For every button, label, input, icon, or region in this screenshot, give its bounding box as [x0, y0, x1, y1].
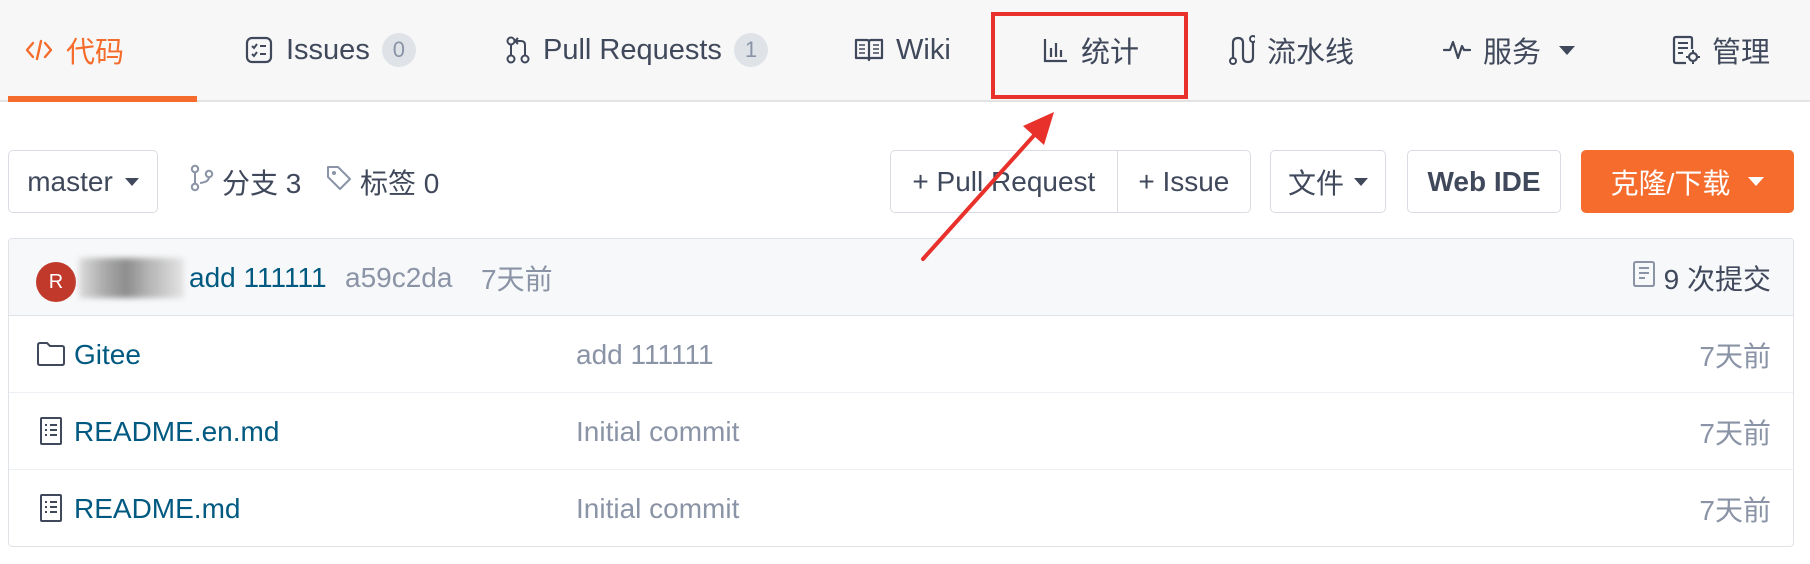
file-commit-message[interactable]: Initial commit — [576, 393, 739, 470]
tab-wiki[interactable]: Wiki — [854, 0, 951, 100]
issues-count-badge: 0 — [381, 33, 416, 67]
file-commit-message[interactable]: Initial commit — [576, 470, 739, 546]
pull-request-icon — [505, 35, 531, 65]
file-text-icon — [35, 491, 67, 525]
clone-download-button[interactable]: 克隆/下载 — [1581, 150, 1794, 213]
tab-label: 流水线 — [1267, 37, 1355, 69]
file-list-table: R add 111111 a59c2da 7天前 9 次提交 Gitee add… — [8, 238, 1794, 547]
file-commit-time: 7天前 — [1699, 494, 1771, 526]
chevron-down-icon — [124, 177, 139, 186]
branches-link[interactable]: 分支 3 — [190, 150, 301, 213]
tab-label: Issues — [286, 33, 370, 66]
tab-pull-requests[interactable]: Pull Requests 1 — [505, 0, 768, 100]
chevron-down-icon — [1559, 45, 1576, 55]
tab-label: Wiki — [896, 33, 951, 66]
tab-label: 服务 — [1483, 37, 1542, 69]
tab-label: 管理 — [1712, 37, 1771, 69]
folder-icon — [35, 337, 67, 371]
blurred-author-name — [79, 258, 184, 298]
branch-icon — [190, 164, 214, 199]
web-ide-button[interactable]: Web IDE — [1407, 150, 1561, 213]
chevron-down-icon — [1748, 177, 1765, 186]
commits-icon — [1632, 260, 1656, 295]
clone-button-label: 克隆/下载 — [1610, 167, 1731, 199]
file-name-link[interactable]: README.md — [74, 470, 240, 546]
table-row[interactable]: README.en.md Initial commit 7天前 — [9, 393, 1793, 470]
tags-link[interactable]: 标签 0 — [326, 150, 439, 213]
file-text-icon — [35, 414, 67, 448]
branch-selector[interactable]: master — [8, 150, 158, 213]
file-commit-message[interactable]: add 111111 — [576, 316, 714, 393]
wiki-book-icon — [854, 37, 884, 63]
table-row[interactable]: Gitee add 111111 7天前 — [9, 316, 1793, 393]
create-button-group: + Pull Request + Issue — [890, 150, 1251, 213]
last-commit-row: R add 111111 a59c2da 7天前 9 次提交 — [9, 239, 1793, 316]
repo-tab-bar: 代码 Issues 0 Pull Requests 1 Wiki 统计 流水线 … — [0, 0, 1810, 102]
file-button-label: 文件 — [1287, 167, 1344, 199]
tab-pipeline[interactable]: 流水线 — [1227, 0, 1354, 100]
last-commit-message[interactable]: add 111111 — [189, 239, 327, 316]
file-commit-time: 7天前 — [1699, 417, 1771, 449]
tab-code[interactable]: 代码 — [24, 0, 124, 100]
chevron-down-icon — [1354, 177, 1368, 186]
new-pull-request-button[interactable]: + Pull Request — [891, 151, 1118, 212]
tab-label: 代码 — [66, 37, 125, 69]
file-commit-time: 7天前 — [1699, 340, 1771, 372]
file-name-link[interactable]: README.en.md — [74, 393, 279, 470]
tab-services[interactable]: 服务 — [1443, 0, 1576, 100]
table-row[interactable]: README.md Initial commit 7天前 — [9, 470, 1793, 546]
issues-icon — [244, 35, 274, 65]
new-issue-button[interactable]: + Issue — [1118, 151, 1250, 212]
active-tab-indicator — [8, 96, 197, 102]
annotation-highlight-box — [991, 12, 1188, 99]
file-name-link[interactable]: Gitee — [74, 316, 141, 393]
tab-manage[interactable]: 管理 — [1672, 0, 1770, 100]
commit-count-label: 9 次提交 — [1663, 263, 1771, 295]
avatar[interactable]: R — [36, 262, 76, 302]
file-dropdown-button[interactable]: 文件 — [1270, 150, 1386, 213]
pull-requests-count-badge: 1 — [733, 33, 768, 67]
tab-issues[interactable]: Issues 0 — [244, 0, 416, 100]
branch-name: master — [27, 165, 113, 197]
pulse-icon — [1443, 37, 1471, 63]
commit-count-link[interactable]: 9 次提交 — [1632, 239, 1771, 316]
settings-doc-icon — [1672, 35, 1700, 65]
tag-icon — [326, 165, 352, 198]
last-commit-hash[interactable]: a59c2da — [345, 239, 452, 316]
tab-label: Pull Requests — [543, 33, 722, 66]
last-commit-time: 7天前 — [481, 263, 553, 295]
tags-count-label: 标签 0 — [360, 167, 440, 199]
code-icon — [24, 35, 54, 65]
pipeline-icon — [1227, 35, 1255, 65]
branches-count-label: 分支 3 — [222, 167, 302, 199]
